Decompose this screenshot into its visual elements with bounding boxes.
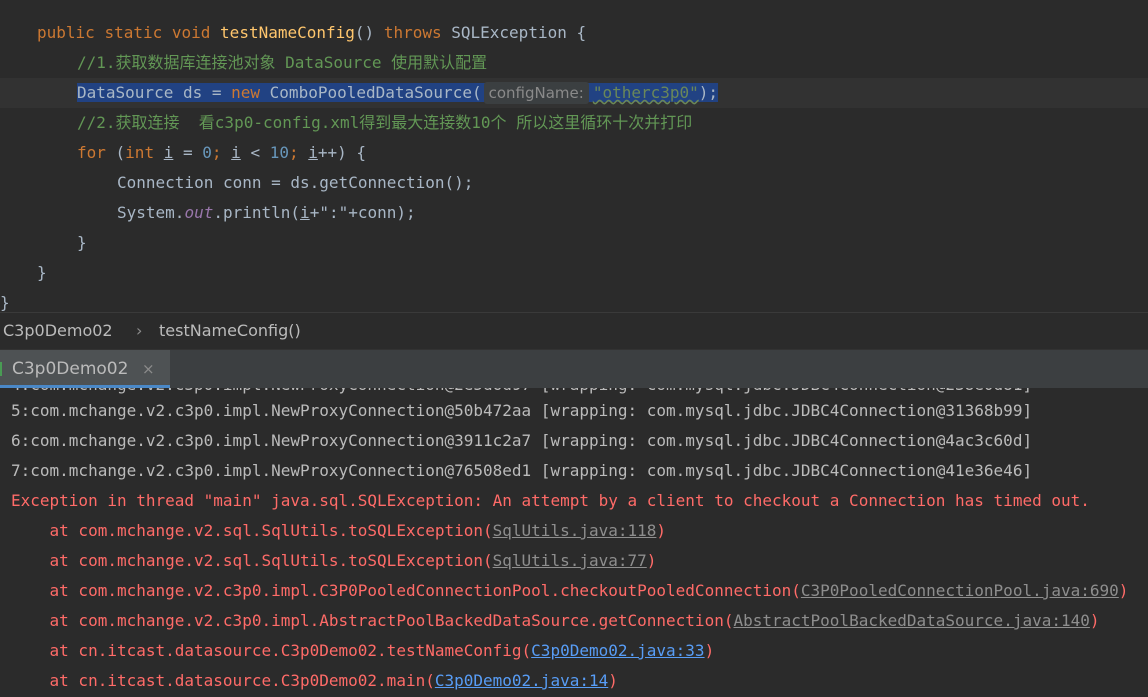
parameter-hint: configName: bbox=[483, 81, 589, 104]
keyword-new: new bbox=[231, 83, 261, 102]
stack-frame-text: at com.mchange.v2.sql.SqlUtils.toSQLExce… bbox=[11, 551, 493, 570]
loop-var: i bbox=[163, 143, 174, 162]
method-name: testNameConfig bbox=[220, 23, 355, 42]
for-tail: ++) { bbox=[317, 143, 367, 162]
config-name-string: "otherc3p0" bbox=[592, 83, 699, 102]
keyword-static: static bbox=[104, 23, 163, 42]
source-link[interactable]: C3P0PooledConnectionPool.java:690 bbox=[801, 581, 1119, 600]
source-link[interactable]: SqlUtils.java:118 bbox=[493, 521, 657, 540]
selected-code: DataSource ds = new ComboPooledDataSourc… bbox=[77, 81, 719, 104]
println-prefix: System. bbox=[117, 203, 185, 222]
code-line-for-loop[interactable]: for (int i = 0; i < 10; i++) { bbox=[0, 138, 1148, 168]
keyword-int: int bbox=[125, 143, 155, 162]
source-link[interactable]: SqlUtils.java:77 bbox=[493, 551, 647, 570]
decl-suffix: ); bbox=[698, 83, 719, 102]
code-line-get-connection[interactable]: Connection conn = ds.getConnection(); bbox=[0, 168, 1148, 198]
code-line-method-signature[interactable]: public static void testNameConfig() thro… bbox=[0, 18, 1148, 48]
close-icon[interactable]: × bbox=[142, 350, 155, 388]
chevron-right-icon: › bbox=[136, 321, 143, 340]
code-line-comment-2[interactable]: //2.获取连接 看c3p0-config.xml得到最大连接数10个 所以这里… bbox=[0, 108, 1148, 138]
source-link[interactable]: AbstractPoolBackedDataSource.java:140 bbox=[733, 611, 1089, 630]
source-link[interactable]: C3p0Demo02.java:14 bbox=[435, 671, 608, 690]
stack-trace-line: at com.mchange.v2.sql.SqlUtils.toSQLExce… bbox=[11, 546, 657, 576]
stack-frame-close: ) bbox=[656, 521, 667, 540]
method-params: () bbox=[354, 23, 375, 42]
println-args: +":"+conn); bbox=[309, 203, 416, 222]
stack-frame-close: ) bbox=[1089, 611, 1100, 630]
get-connection-stmt: Connection conn = ds.getConnection(); bbox=[117, 173, 474, 192]
run-tab[interactable]: C3p0Demo02 × bbox=[0, 350, 170, 388]
stack-frame-text: at com.mchange.v2.c3p0.impl.AbstractPool… bbox=[11, 611, 734, 630]
code-line-close-method[interactable]: } bbox=[0, 258, 1148, 288]
stack-frame-close: ) bbox=[704, 641, 715, 660]
stack-trace-line: at com.mchange.v2.c3p0.impl.C3P0PooledCo… bbox=[11, 576, 1129, 606]
constructor-call: ComboPooledDataSource( bbox=[260, 83, 482, 102]
run-tool-window-tabs: C3p0Demo02 × bbox=[0, 349, 1148, 388]
loop-var: i bbox=[231, 143, 241, 162]
for-space bbox=[154, 143, 164, 162]
loop-var: i bbox=[308, 143, 318, 162]
number-zero: 0 bbox=[202, 143, 212, 162]
exception-line: Exception in thread "main" java.sql.SQLE… bbox=[11, 491, 1090, 510]
run-tab-label: C3p0Demo02 bbox=[12, 359, 129, 379]
println-call: .println( bbox=[213, 203, 301, 222]
stack-trace-line: at com.mchange.v2.sql.SqlUtils.toSQLExce… bbox=[11, 516, 667, 546]
for-lt: < bbox=[240, 143, 270, 162]
breadcrumb-method[interactable]: testNameConfig() bbox=[159, 313, 301, 349]
code-editor[interactable]: public static void testNameConfig() thro… bbox=[0, 0, 1148, 312]
code-line-println[interactable]: System.out.println(i+":"+conn); bbox=[0, 198, 1148, 228]
run-console[interactable]: 4:com.mchange.v2.c3p0.impl.NewProxyConne… bbox=[0, 388, 1148, 697]
stack-frame-close: ) bbox=[646, 551, 657, 570]
breadcrumb-class[interactable]: C3p0Demo02 bbox=[3, 313, 113, 349]
stack-frame-text: at com.mchange.v2.c3p0.impl.C3P0PooledCo… bbox=[11, 581, 801, 600]
stack-frame-text: at com.mchange.v2.sql.SqlUtils.toSQLExce… bbox=[11, 521, 493, 540]
stack-frame-close: ) bbox=[608, 671, 618, 690]
loop-var: i bbox=[300, 203, 310, 222]
for-open: ( bbox=[105, 143, 126, 162]
for-semi-2: ; bbox=[288, 143, 309, 162]
console-line: 7:com.mchange.v2.c3p0.impl.NewProxyConne… bbox=[11, 461, 1033, 480]
stack-frame-close: ) bbox=[1118, 581, 1129, 600]
console-line: 5:com.mchange.v2.c3p0.impl.NewProxyConne… bbox=[11, 401, 1033, 420]
number-ten: 10 bbox=[269, 143, 289, 162]
stack-trace-line: at cn.itcast.datasource.C3p0Demo02.testN… bbox=[11, 636, 715, 666]
code-line-close-for[interactable]: } bbox=[0, 228, 1148, 258]
code-line-close-class[interactable]: } bbox=[0, 288, 1148, 312]
stack-frame-text: at cn.itcast.datasource.C3p0Demo02.testN… bbox=[11, 641, 532, 660]
field-out: out bbox=[184, 203, 214, 222]
code-line-comment-1[interactable]: //1.获取数据库连接池对象 DataSource 使用默认配置 bbox=[0, 48, 1148, 78]
console-line: 6:com.mchange.v2.c3p0.impl.NewProxyConne… bbox=[11, 431, 1033, 450]
stack-frame-text: at cn.itcast.datasource.C3p0Demo02.main( bbox=[11, 671, 435, 690]
breadcrumb: C3p0Demo02 › testNameConfig() bbox=[0, 312, 1148, 349]
stack-trace-line: at cn.itcast.datasource.C3p0Demo02.main(… bbox=[11, 666, 618, 696]
exception-type: SQLException { bbox=[451, 23, 587, 42]
source-link[interactable]: C3p0Demo02.java:33 bbox=[531, 641, 704, 660]
for-semi-1: ; bbox=[211, 143, 232, 162]
keyword-public: public bbox=[37, 23, 95, 42]
decl-prefix: DataSource ds = bbox=[77, 83, 232, 102]
run-status-icon bbox=[0, 362, 2, 376]
keyword-void: void bbox=[171, 23, 211, 42]
code-line-datasource-decl[interactable]: DataSource ds = new ComboPooledDataSourc… bbox=[0, 78, 1148, 108]
keyword-for: for bbox=[77, 143, 106, 162]
stack-trace-line: at com.mchange.v2.c3p0.impl.AbstractPool… bbox=[11, 606, 1100, 636]
keyword-throws: throws bbox=[383, 23, 442, 42]
for-eq: = bbox=[173, 143, 203, 162]
